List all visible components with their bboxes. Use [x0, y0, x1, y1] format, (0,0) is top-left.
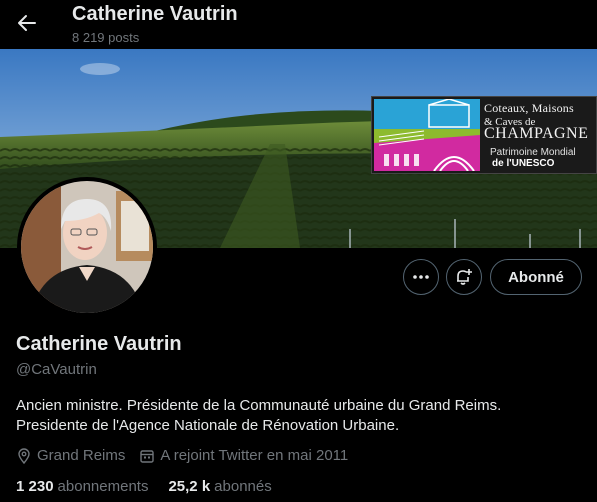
champagne-logo-art [374, 99, 480, 171]
followers-stat[interactable]: 25,2 k abonnés [168, 478, 271, 495]
header-title: Catherine Vautrin [72, 3, 238, 25]
follow-stats: 1 230 abonnements 25,2 k abonnés [16, 478, 292, 495]
calendar-icon [140, 449, 155, 463]
location: Grand Reims [16, 447, 125, 464]
logo-text-line3: CHAMPAGNE [484, 125, 589, 142]
more-button[interactable] [403, 259, 439, 295]
arrow-left-icon [18, 15, 36, 31]
following-count: 1 230 [16, 478, 54, 495]
avatar[interactable] [17, 177, 157, 317]
logo-text-line1: Coteaux, Maisons [484, 101, 574, 115]
bio-line-1: Ancien ministre. Présidente de la Commun… [16, 397, 502, 414]
following-button[interactable]: Abonné [490, 259, 582, 295]
profile-bio: Ancien ministre. Présidente de la Commun… [16, 396, 576, 436]
following-stat[interactable]: 1 230 abonnements [16, 478, 148, 495]
back-button[interactable] [10, 6, 44, 40]
posts-count: 8 219 posts [72, 30, 140, 45]
notifications-button[interactable] [446, 259, 482, 295]
join-date: A rejoint Twitter en mai 2011 [139, 447, 348, 464]
bell-plus-icon [457, 269, 472, 285]
profile-meta: Grand Reims A rejoint Twitter en mai 201… [16, 447, 362, 464]
followers-label: abonnés [214, 478, 272, 495]
user-handle: @CaVautrin [16, 361, 97, 378]
profile-header: Catherine Vautrin 8 219 posts [0, 0, 597, 49]
unesco-champagne-logo: Coteaux, Maisons & Caves de CHAMPAGNE Pa… [371, 96, 597, 174]
location-text: Grand Reims [37, 447, 126, 464]
more-icon [413, 275, 429, 279]
logo-text-line5: de l'UNESCO [492, 158, 555, 169]
join-date-text: A rejoint Twitter en mai 2011 [160, 447, 349, 464]
logo-text-line4: Patrimoine Mondial [490, 147, 576, 158]
avatar-photo [21, 181, 153, 313]
display-name: Catherine Vautrin [16, 333, 182, 355]
bio-line-2: Presidente de l'Agence Nationale de Réno… [16, 417, 400, 434]
followers-count: 25,2 k [168, 478, 211, 495]
following-label: abonnements [57, 478, 149, 495]
location-pin-icon [18, 447, 30, 464]
